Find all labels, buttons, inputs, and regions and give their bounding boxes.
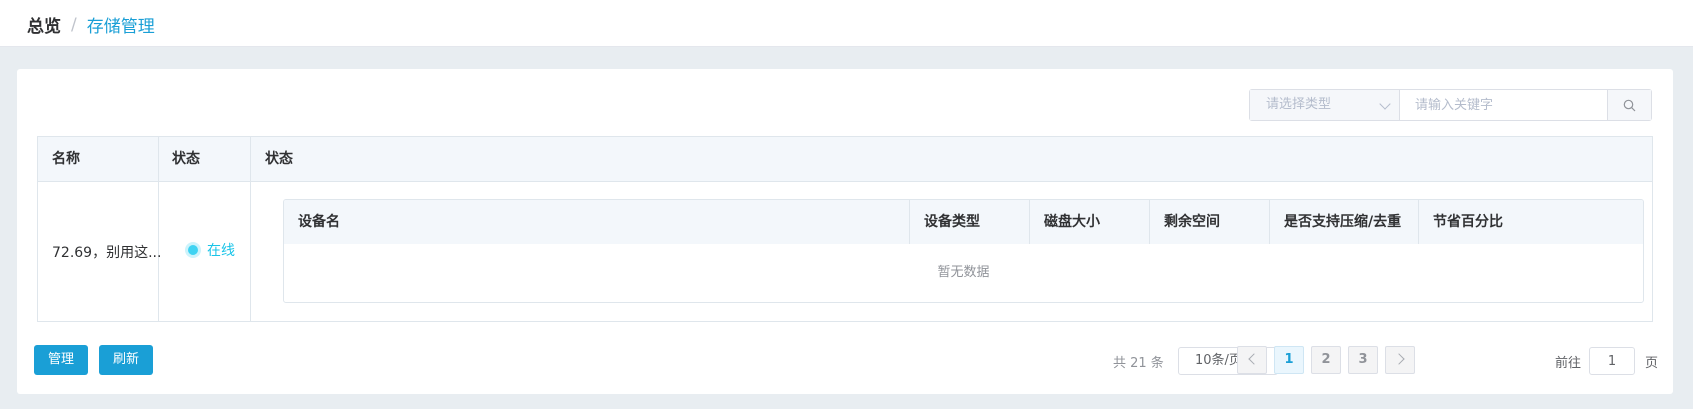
page-size-value: 10条/页 xyxy=(1195,353,1242,368)
storage-table: 名称 状态 状态 72.69，别用这... 在线 设备名 设备类型 磁盘大小 剩… xyxy=(37,136,1653,322)
column-divider xyxy=(1269,200,1270,244)
type-select[interactable]: 请选择类型 xyxy=(1250,90,1400,120)
next-page-button[interactable] xyxy=(1385,346,1415,374)
breadcrumb-separator: / xyxy=(71,14,77,35)
goto-suffix: 页 xyxy=(1645,356,1659,371)
filter-bar: 请选择类型 xyxy=(1249,89,1652,121)
refresh-button[interactable]: 刷新 xyxy=(99,345,154,375)
total-count: 共 21 条 xyxy=(1113,356,1164,371)
column-divider xyxy=(1029,200,1030,244)
table-row: 72.69，别用这... 在线 设备名 设备类型 磁盘大小 剩余空间 是否支持压… xyxy=(38,182,1652,321)
column-header-status: 状态 xyxy=(172,151,200,167)
column-header-free-space: 剩余空间 xyxy=(1164,214,1220,230)
prev-page-button[interactable] xyxy=(1237,346,1267,374)
goto-label: 前往 xyxy=(1555,356,1582,371)
breadcrumb-current: 存储管理 xyxy=(86,17,155,37)
chevron-down-icon xyxy=(1379,98,1391,110)
table-header: 名称 状态 状态 xyxy=(38,137,1652,182)
column-divider xyxy=(1149,200,1150,244)
column-header-device-type: 设备类型 xyxy=(924,214,980,230)
page-2-button[interactable]: 2 xyxy=(1311,346,1341,374)
breadcrumb-home[interactable]: 总览 xyxy=(27,12,61,37)
column-header-compression: 是否支持压缩/去重 xyxy=(1284,214,1402,230)
status-dot-icon xyxy=(188,245,198,255)
column-divider xyxy=(1418,200,1419,244)
page-1-button[interactable]: 1 xyxy=(1274,346,1304,374)
status-badge: 在线 xyxy=(188,240,235,260)
goto-page-input[interactable] xyxy=(1589,347,1635,375)
page-3-button[interactable]: 3 xyxy=(1348,346,1378,374)
device-table: 设备名 设备类型 磁盘大小 剩余空间 是否支持压缩/去重 节省百分比 暂无数据 xyxy=(283,199,1644,303)
device-table-header: 设备名 设备类型 磁盘大小 剩余空间 是否支持压缩/去重 节省百分比 xyxy=(284,200,1643,244)
content-card: 请选择类型 名称 状态 状态 72.69，别用这... 在线 xyxy=(17,69,1673,394)
chevron-right-icon xyxy=(1392,353,1405,365)
chevron-left-icon xyxy=(1247,353,1260,365)
breadcrumb: 总览 / 存储管理 xyxy=(27,12,155,38)
storage-name: 72.69，别用这... xyxy=(52,245,162,261)
keyword-input[interactable] xyxy=(1400,90,1607,120)
top-bar: 总览 / 存储管理 xyxy=(0,0,1693,47)
empty-text: 暂无数据 xyxy=(937,265,990,280)
type-select-placeholder: 请选择类型 xyxy=(1266,97,1332,112)
search-button[interactable] xyxy=(1607,90,1651,120)
column-header-status-detail: 状态 xyxy=(265,151,293,167)
column-header-disk-size: 磁盘大小 xyxy=(1044,214,1100,230)
column-header-saving-percent: 节省百分比 xyxy=(1433,214,1503,230)
manage-button[interactable]: 管理 xyxy=(34,345,89,375)
column-divider xyxy=(909,200,910,244)
column-header-device-name: 设备名 xyxy=(298,214,340,230)
status-text: 在线 xyxy=(207,243,235,259)
search-icon xyxy=(1623,99,1636,111)
column-header-name: 名称 xyxy=(52,151,80,167)
